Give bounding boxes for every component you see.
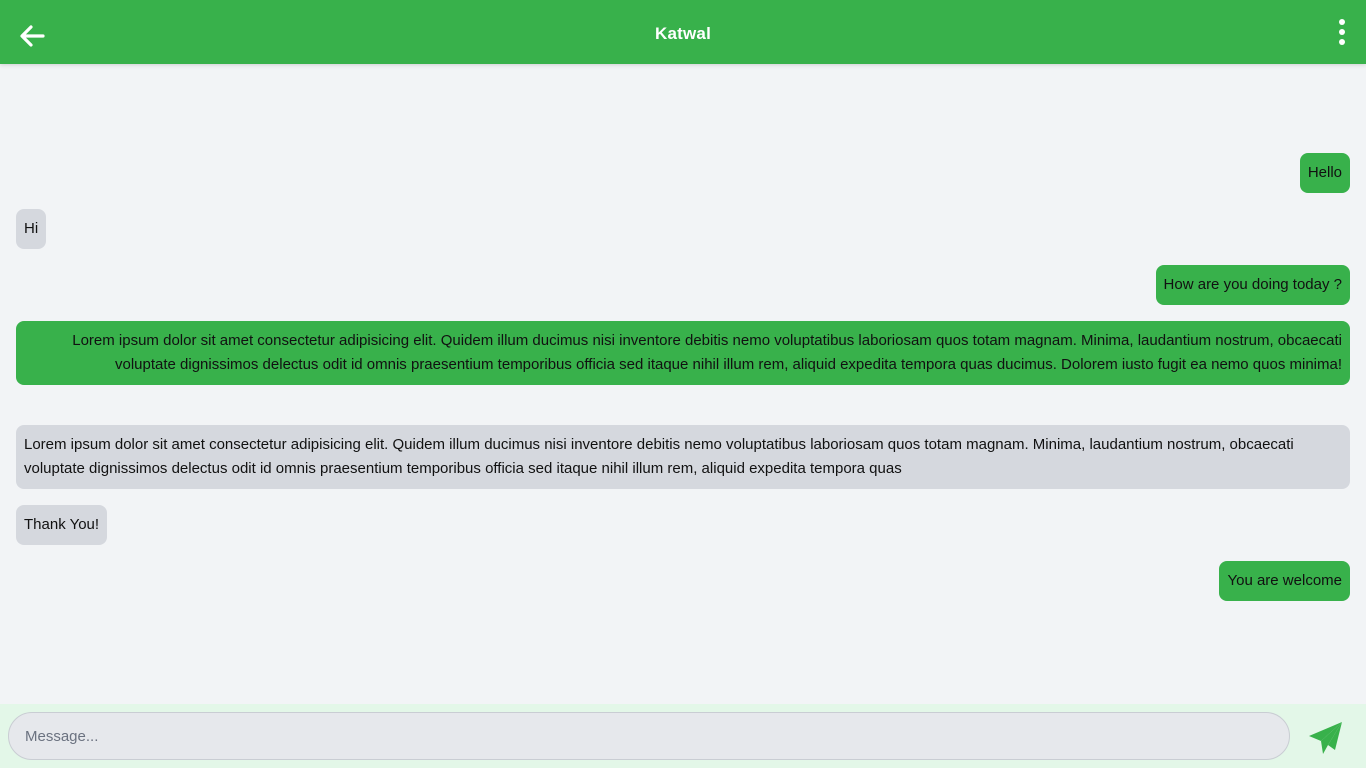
send-icon xyxy=(1309,722,1342,754)
message-received: Lorem ipsum dolor sit amet consectetur a… xyxy=(16,425,1350,489)
app-header: Katwal xyxy=(0,0,1366,64)
message-sent: How are you doing today ? xyxy=(1155,265,1350,305)
message-sent: Lorem ipsum dolor sit amet consectetur a… xyxy=(16,321,1350,385)
message-input[interactable] xyxy=(8,712,1290,760)
vertical-dots-icon xyxy=(1339,19,1345,45)
message-list: Hello Hi How are you doing today ? Lorem… xyxy=(0,64,1366,704)
message-received: Hi xyxy=(16,209,47,249)
message-sent: You are welcome xyxy=(1219,561,1350,601)
message-received: Thank You! xyxy=(16,505,108,545)
more-options-button[interactable] xyxy=(1330,14,1354,50)
message-sent: Hello xyxy=(1299,153,1350,193)
message-composer xyxy=(0,704,1366,768)
chat-title: Katwal xyxy=(655,24,711,43)
send-button[interactable] xyxy=(1306,718,1346,758)
